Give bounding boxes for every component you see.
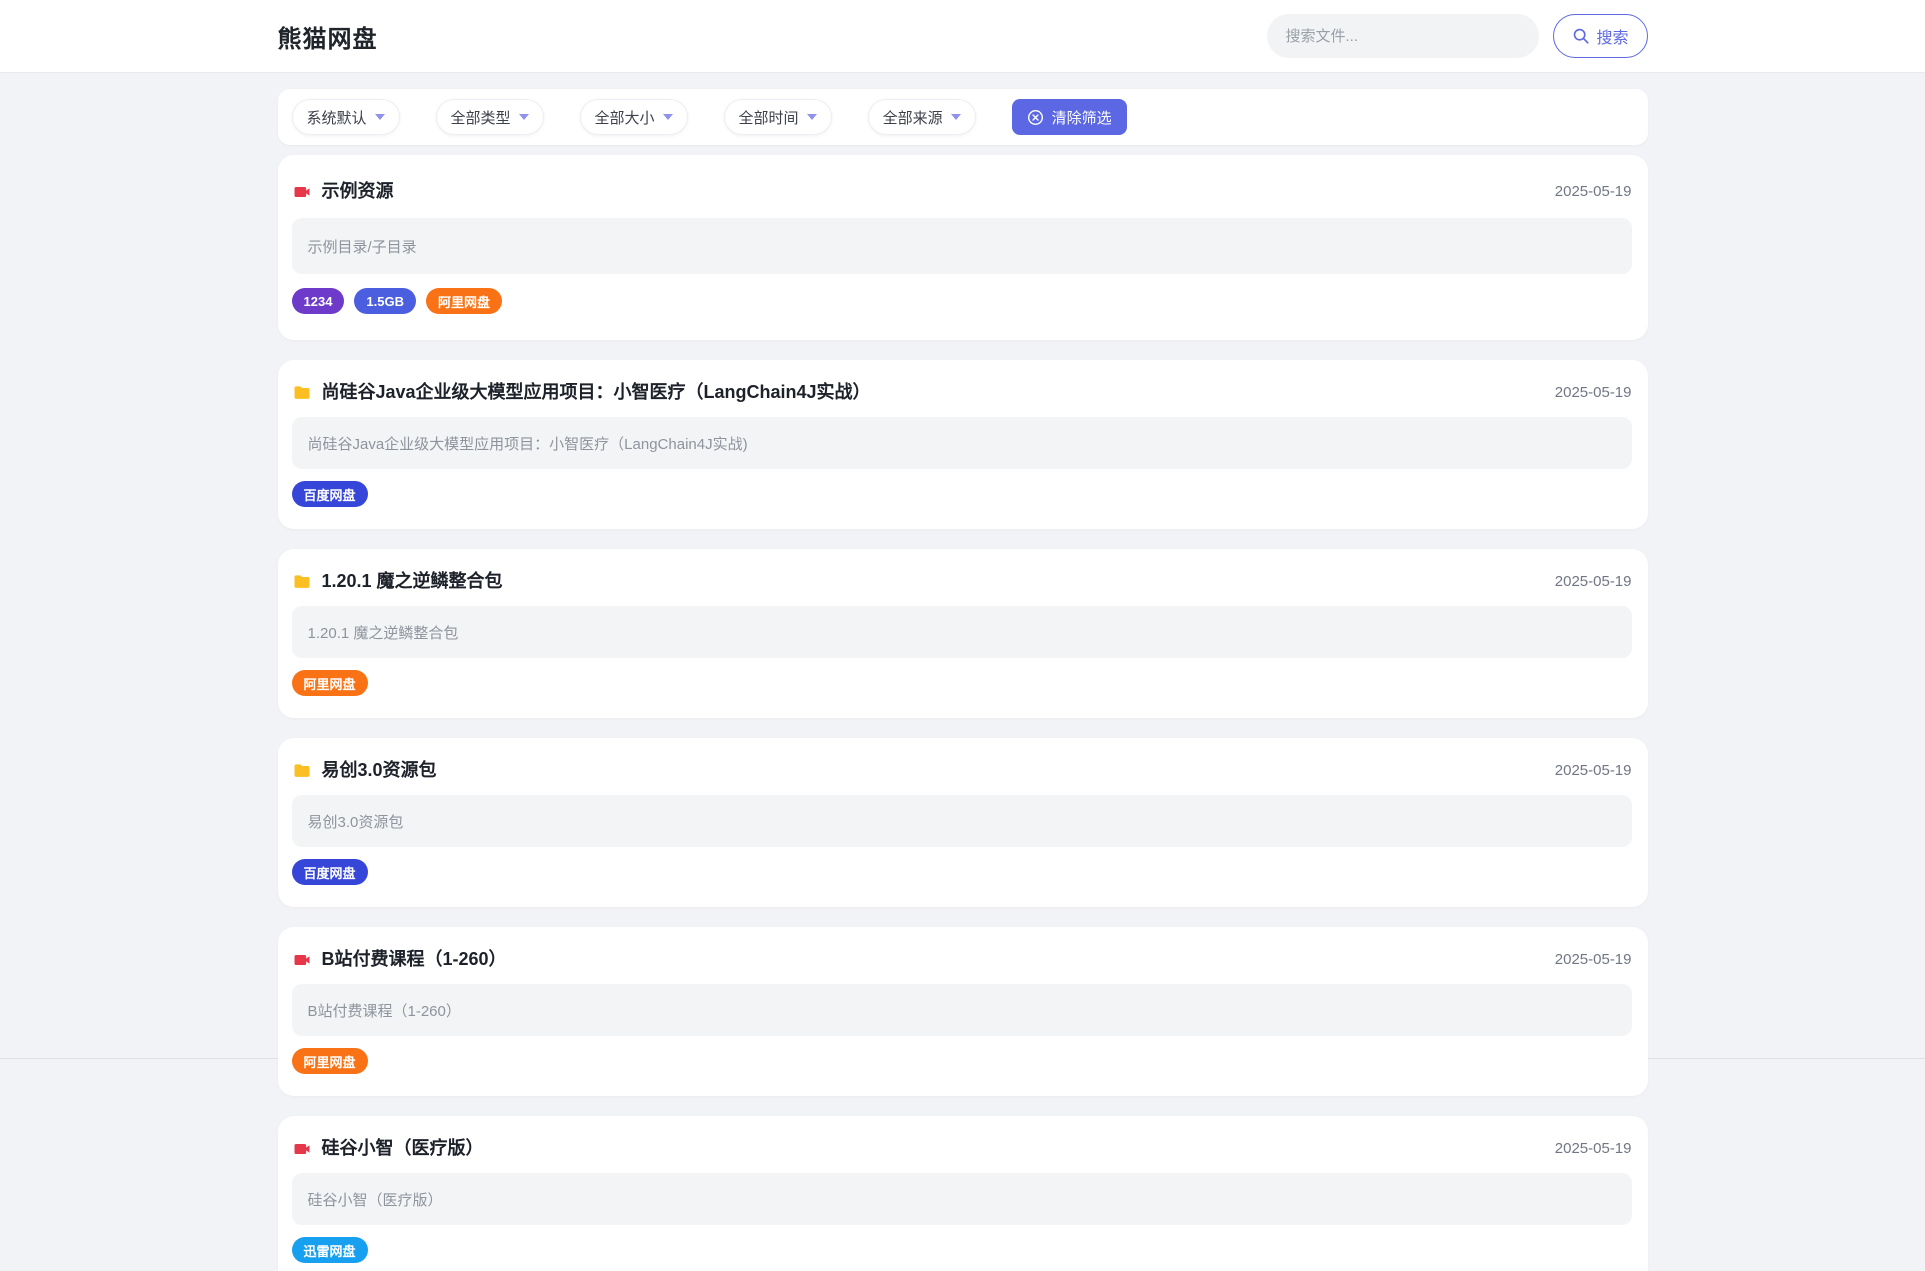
result-title: 易创3.0资源包 bbox=[321, 760, 437, 780]
result-card-header: 易创3.0资源包 2025-05-19 bbox=[292, 758, 1632, 783]
app-header: 熊猫网盘 搜索 bbox=[0, 0, 1925, 73]
folder-icon bbox=[292, 383, 312, 403]
filter-dropdown-4[interactable]: 全部来源 bbox=[867, 99, 976, 135]
chevron-down-icon bbox=[518, 114, 529, 120]
main-content: 系统默认 全部类型 全部大小 全部时间 全部来源 清除筛选 示例资源 2025-05-19… bbox=[277, 89, 1648, 1271]
chevron-down-icon bbox=[950, 114, 961, 120]
folder-icon bbox=[292, 761, 312, 781]
results-list: 示例资源 2025-05-19 示例目录/子目录 1234 1.5GB 阿里网盘 尚硅谷Ja… bbox=[277, 155, 1648, 1271]
chevron-down-icon bbox=[374, 114, 385, 120]
clear-filters-button[interactable]: 清除筛选 bbox=[1011, 99, 1127, 135]
source-badge: 1234 bbox=[291, 288, 345, 314]
result-card[interactable]: 尚硅谷Java企业级大模型应用项目：小智医疗（LangChain4J实战） 202… bbox=[277, 360, 1648, 529]
chevron-down-icon bbox=[806, 114, 817, 120]
result-title: 示例资源 bbox=[321, 181, 394, 201]
result-snippet: 硅谷小智（医疗版） bbox=[291, 1173, 1632, 1225]
result-snippet: 尚硅谷Java企业级大模型应用项目：小智医疗（LangChain4J实战) bbox=[291, 417, 1632, 469]
badge-row: 阿里网盘 bbox=[291, 1048, 1632, 1074]
result-card[interactable]: B站付费课程（1-260） 2025-05-19 B站付费课程（1-260） 阿里网盘 bbox=[277, 927, 1648, 1096]
filter-dropdown-label: 系统默认 bbox=[306, 109, 367, 127]
result-card-header: 尚硅谷Java企业级大模型应用项目：小智医疗（LangChain4J实战） 202… bbox=[292, 380, 1632, 405]
badge-row: 百度网盘 bbox=[291, 481, 1632, 507]
filter-dropdown-2[interactable]: 全部大小 bbox=[579, 99, 688, 135]
result-date: 2025-05-19 bbox=[1554, 1140, 1632, 1157]
filter-dropdown-0[interactable]: 系统默认 bbox=[291, 99, 400, 135]
result-title: 尚硅谷Java企业级大模型应用项目：小智医疗（LangChain4J实战） bbox=[321, 382, 871, 402]
badge-row: 百度网盘 bbox=[291, 859, 1632, 885]
filter-dropdown-1[interactable]: 全部类型 bbox=[435, 99, 544, 135]
badge-row: 1234 1.5GB 阿里网盘 bbox=[291, 288, 1632, 314]
result-date: 2025-05-19 bbox=[1554, 384, 1632, 401]
result-card-header: 硅谷小智（医疗版） 2025-05-19 bbox=[292, 1136, 1632, 1161]
video-icon bbox=[292, 182, 312, 202]
filter-dropdown-label: 全部大小 bbox=[594, 109, 655, 127]
result-snippet: B站付费课程（1-260） bbox=[291, 984, 1632, 1036]
clear-filters-label: 清除筛选 bbox=[1051, 109, 1112, 127]
result-title: 1.20.1 魔之逆鳞整合包 bbox=[321, 571, 503, 591]
source-badge: 百度网盘 bbox=[291, 481, 368, 507]
filter-dropdown-3[interactable]: 全部时间 bbox=[723, 99, 832, 135]
search-icon bbox=[1574, 28, 1590, 44]
result-snippet: 示例目录/子目录 bbox=[291, 218, 1632, 274]
source-badge: 阿里网盘 bbox=[426, 288, 503, 314]
result-card-header: 示例资源 2025-05-19 bbox=[292, 179, 1632, 204]
result-title: 硅谷小智（医疗版） bbox=[321, 1138, 484, 1158]
source-badge: 1.5GB bbox=[354, 288, 416, 314]
filter-dropdown-label: 全部类型 bbox=[450, 109, 511, 127]
result-card[interactable]: 硅谷小智（医疗版） 2025-05-19 硅谷小智（医疗版） 迅雷网盘 bbox=[277, 1116, 1648, 1271]
search-button-label: 搜索 bbox=[1596, 30, 1629, 47]
search-area: 搜索 bbox=[1267, 14, 1648, 58]
search-button[interactable]: 搜索 bbox=[1553, 14, 1648, 58]
video-icon bbox=[292, 950, 312, 970]
video-icon bbox=[292, 1139, 312, 1159]
chevron-down-icon bbox=[662, 114, 673, 120]
header-inner: 熊猫网盘 搜索 bbox=[278, 14, 1648, 58]
source-badge: 阿里网盘 bbox=[291, 670, 368, 696]
result-date: 2025-05-19 bbox=[1554, 573, 1632, 590]
filter-dropdown-label: 全部时间 bbox=[738, 109, 799, 127]
filter-dropdown-label: 全部来源 bbox=[882, 109, 943, 127]
badge-row: 迅雷网盘 bbox=[291, 1237, 1632, 1263]
app-logo: 熊猫网盘 bbox=[277, 25, 378, 53]
result-card-header: 1.20.1 魔之逆鳞整合包 2025-05-19 bbox=[292, 569, 1632, 594]
result-snippet: 1.20.1 魔之逆鳞整合包 bbox=[291, 606, 1632, 658]
search-input[interactable] bbox=[1267, 14, 1540, 58]
clear-circle-x-icon bbox=[1027, 109, 1043, 125]
result-date: 2025-05-19 bbox=[1554, 951, 1632, 968]
source-badge: 阿里网盘 bbox=[291, 1048, 368, 1074]
source-badge: 迅雷网盘 bbox=[291, 1237, 368, 1263]
result-date: 2025-05-19 bbox=[1554, 762, 1632, 779]
filter-bar: 系统默认 全部类型 全部大小 全部时间 全部来源 清除筛选 bbox=[277, 89, 1648, 145]
badge-row: 阿里网盘 bbox=[291, 670, 1632, 696]
result-card[interactable]: 1.20.1 魔之逆鳞整合包 2025-05-19 1.20.1 魔之逆鳞整合包阿里… bbox=[277, 549, 1648, 718]
result-snippet: 易创3.0资源包 bbox=[291, 795, 1632, 847]
result-title: B站付费课程（1-260） bbox=[321, 949, 507, 969]
source-badge: 百度网盘 bbox=[291, 859, 368, 885]
result-card[interactable]: 易创3.0资源包 2025-05-19 易创3.0资源包百度网盘 bbox=[277, 738, 1648, 907]
folder-icon bbox=[292, 572, 312, 592]
result-date: 2025-05-19 bbox=[1554, 183, 1632, 200]
result-card[interactable]: 示例资源 2025-05-19 示例目录/子目录 1234 1.5GB 阿里网盘 bbox=[277, 155, 1648, 340]
result-card-header: B站付费课程（1-260） 2025-05-19 bbox=[292, 947, 1632, 972]
